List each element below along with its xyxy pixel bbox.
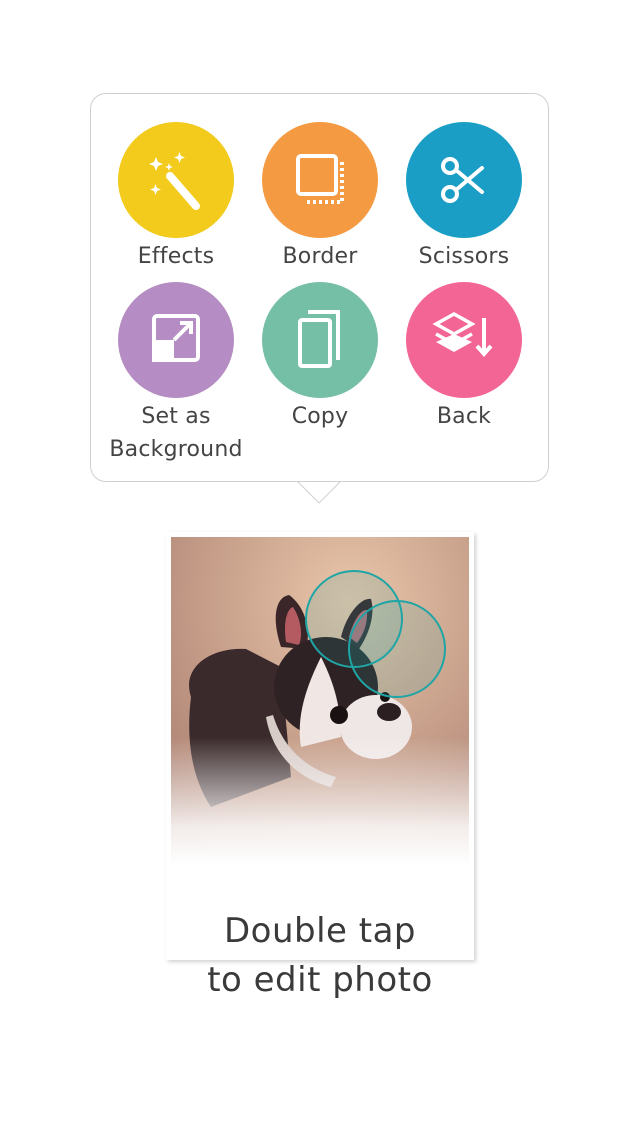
- background-label-line2: Background: [109, 437, 243, 462]
- popover-pointer: [296, 482, 342, 506]
- copy-icon: [298, 310, 340, 368]
- border-label: Border: [282, 244, 358, 269]
- dog-photo[interactable]: [171, 537, 469, 865]
- photo-fade: [171, 737, 469, 865]
- copy-circle: [262, 282, 378, 398]
- scissors-circle: [406, 122, 522, 238]
- send-back-icon: [432, 311, 493, 358]
- magic-wand-icon: [149, 152, 200, 210]
- copy-label: Copy: [291, 404, 349, 429]
- caption-line2: to edit photo: [207, 960, 433, 1000]
- set-as-label-line1: Set as: [141, 404, 211, 429]
- photo-card[interactable]: [166, 532, 474, 960]
- scissors-label: Scissors: [418, 244, 510, 269]
- back-button[interactable]: Back: [384, 282, 544, 433]
- border-icon: [296, 154, 344, 204]
- scissors-button[interactable]: Scissors: [384, 122, 544, 273]
- set-background-icon: [152, 314, 200, 362]
- caption-line1: Double tap: [223, 911, 417, 951]
- set-as-background-button[interactable]: Set as Background: [96, 282, 256, 466]
- border-circle: [262, 122, 378, 238]
- effects-label: Effects: [137, 244, 215, 269]
- effects-circle: [118, 122, 234, 238]
- effects-button[interactable]: Effects: [96, 122, 256, 273]
- back-circle: [406, 282, 522, 398]
- border-button[interactable]: Border: [240, 122, 400, 273]
- scissors-icon: [441, 157, 484, 203]
- set-background-circle: [118, 282, 234, 398]
- copy-button[interactable]: Copy: [240, 282, 400, 433]
- back-label: Back: [436, 404, 492, 429]
